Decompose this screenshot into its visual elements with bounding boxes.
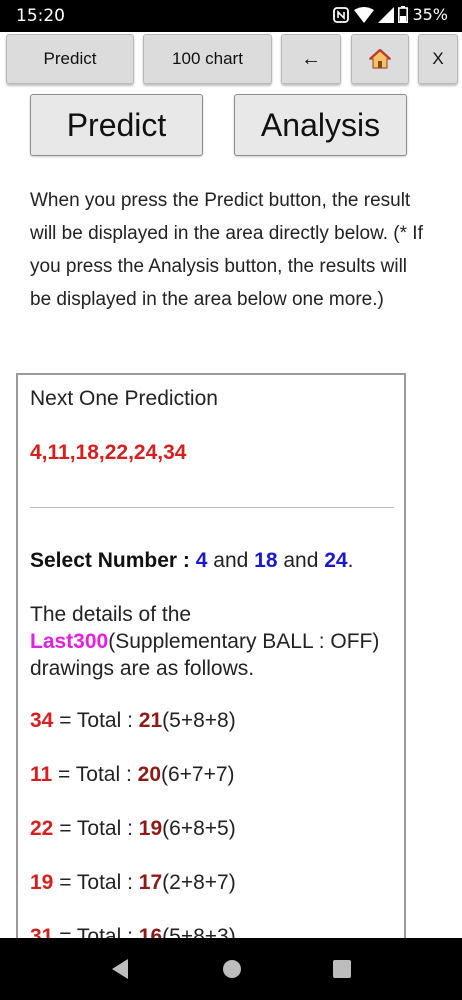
toolbar-predict-button[interactable]: Predict — [6, 34, 134, 84]
period: . — [347, 549, 354, 572]
total-row: 19 = Total : 17(2+8+7) — [30, 871, 236, 895]
row-total-label: = Total : — [59, 817, 133, 840]
nav-recents-icon[interactable] — [333, 960, 351, 978]
close-button[interactable]: X — [418, 34, 458, 84]
draw-range-highlight: Last300 — [30, 630, 109, 653]
instruction-text: When you press the Predict button, the r… — [30, 190, 423, 310]
divider — [30, 507, 394, 508]
row-breakdown: (6+7+7) — [161, 763, 235, 786]
selected-number: 4 — [195, 549, 208, 572]
row-breakdown: (2+8+7) — [162, 871, 236, 894]
total-row: 22 = Total : 19(6+8+5) — [30, 817, 236, 841]
select-number-label: Select Number : — [30, 549, 190, 572]
back-button[interactable]: ← — [281, 34, 341, 84]
row-total: 19 — [138, 817, 163, 840]
predicted-numbers: 4,11,18,22,24,34 — [30, 441, 187, 464]
toolbar-100-chart-button[interactable]: 100 chart — [143, 34, 272, 84]
row-total: 20 — [137, 763, 161, 786]
status-time: 15:20 — [16, 6, 65, 26]
battery-icon — [398, 6, 409, 23]
analysis-button[interactable]: Analysis — [234, 94, 407, 156]
selected-number: 18 — [254, 549, 278, 572]
row-total: 21 — [138, 709, 163, 732]
details-text: The details of the Last300(Supplementary… — [30, 601, 400, 682]
row-number: 11 — [30, 763, 53, 786]
row-number: 34 — [30, 709, 54, 732]
home-icon — [369, 49, 391, 69]
nav-back-icon[interactable] — [110, 958, 130, 980]
battery-percent: 35% — [412, 5, 448, 24]
row-breakdown: (6+8+5) — [162, 817, 236, 840]
top-toolbar: Predict 100 chart ← X — [0, 32, 462, 88]
wifi-icon — [354, 6, 375, 23]
and-word: and — [213, 549, 249, 572]
signal-icon — [378, 6, 395, 23]
nav-home-icon[interactable] — [222, 959, 242, 979]
and-word: and — [283, 549, 319, 572]
row-total: 17 — [138, 871, 163, 894]
row-number: 19 — [30, 871, 54, 894]
status-icons: 35% — [332, 5, 448, 24]
row-number: 22 — [30, 817, 54, 840]
result-panel[interactable]: Next One Prediction 4,11,18,22,24,34 Sel… — [16, 373, 406, 973]
select-number-line: Select Number : 4 and 18 and 24. — [30, 549, 353, 573]
status-bar: 15:20 35% — [0, 0, 462, 32]
total-row: 11 = Total : 20(6+7+7) — [30, 763, 235, 787]
home-button[interactable] — [351, 34, 409, 84]
details-prefix: The details of the — [30, 603, 192, 626]
predict-button[interactable]: Predict — [30, 94, 203, 156]
nfc-icon — [333, 6, 350, 23]
total-row: 34 = Total : 21(5+8+8) — [30, 709, 236, 733]
row-total-label: = Total : — [58, 763, 132, 786]
row-breakdown: (5+8+8) — [162, 709, 236, 732]
prediction-title: Next One Prediction — [30, 387, 218, 410]
row-total-label: = Total : — [59, 871, 133, 894]
selected-number: 24 — [324, 549, 348, 572]
row-total-label: = Total : — [59, 709, 133, 732]
navigation-bar — [0, 938, 462, 1000]
